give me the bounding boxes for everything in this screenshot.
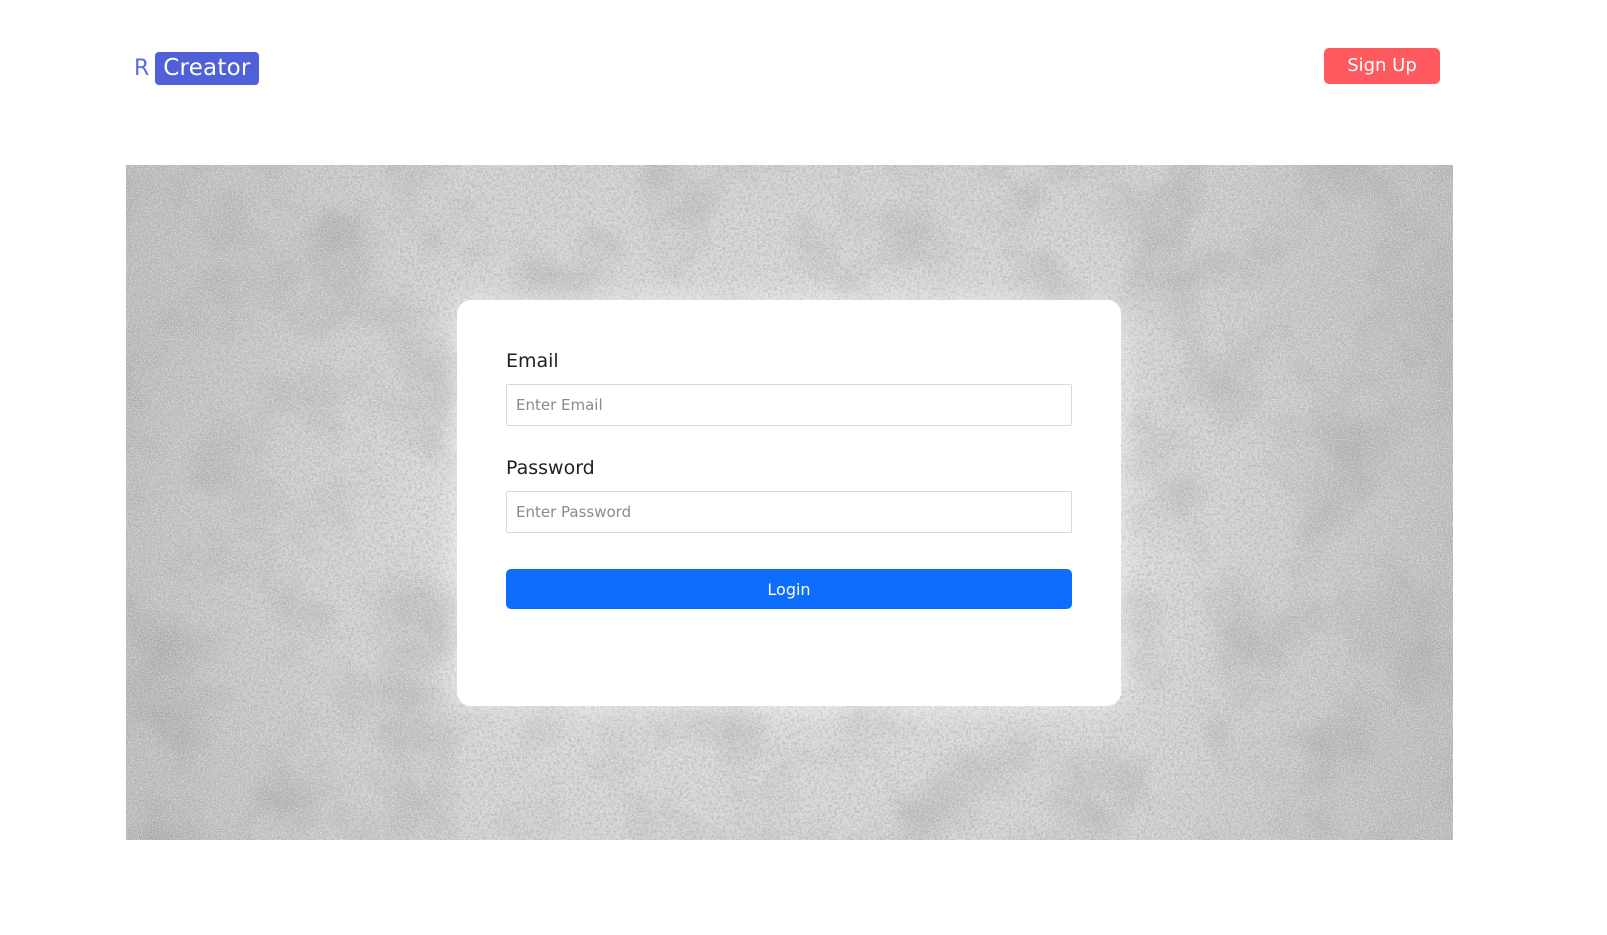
login-button[interactable]: Login [506,569,1072,609]
login-card: Email Password Login [457,300,1121,706]
brand-logo[interactable]: R Creator [134,52,259,85]
email-field[interactable] [506,384,1072,426]
password-label: Password [506,457,595,479]
signup-button[interactable]: Sign Up [1324,48,1440,84]
email-label: Email [506,350,559,372]
brand-name: Creator [155,52,259,85]
brand-letter: R [134,56,150,81]
password-field[interactable] [506,491,1072,533]
page: R Creator Sign Up Email Enter Email Pass… [0,0,1607,935]
